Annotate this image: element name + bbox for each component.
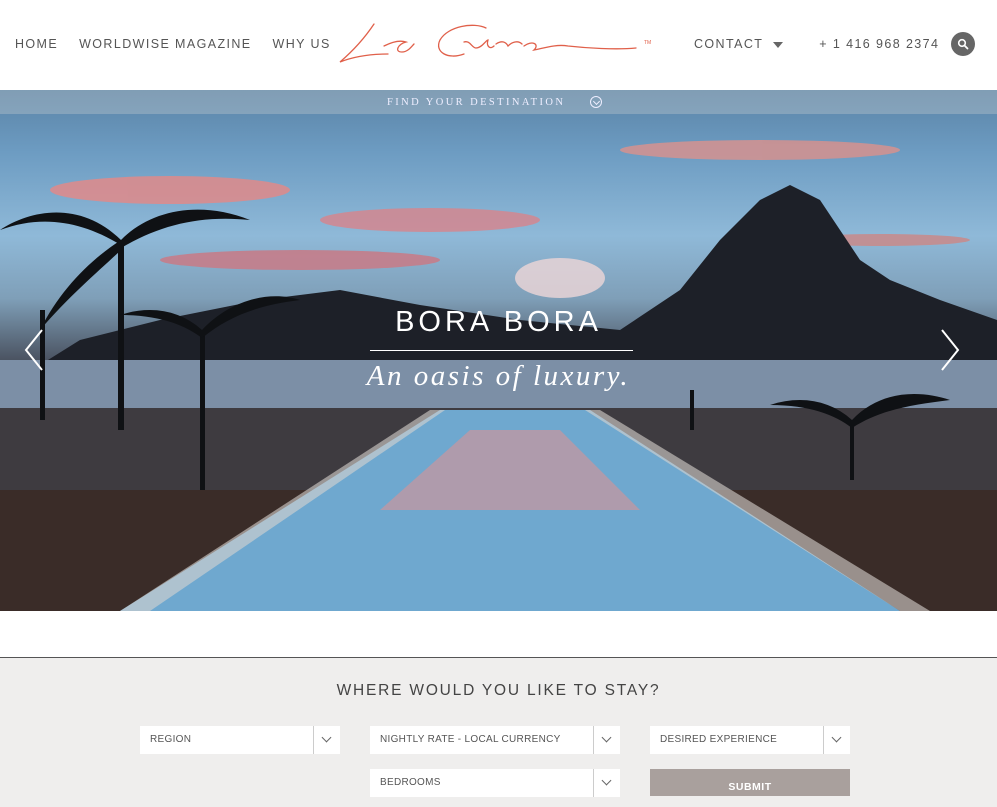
search-button[interactable]	[951, 32, 975, 56]
phone-link[interactable]: + 1 416 968 2374	[819, 37, 939, 51]
hero-slider: FIND YOUR DESTINATION BORA BORA An oasis…	[0, 90, 997, 611]
hero-divider	[370, 350, 633, 351]
nightly-rate-select-value: NIGHTLY RATE - LOCAL CURRENCY	[380, 734, 561, 745]
chevron-down-icon[interactable]	[313, 726, 340, 754]
nav-home-link[interactable]: HOME	[15, 37, 58, 51]
primary-nav: HOME WORLDWISE MAGAZINE WHY US	[15, 37, 331, 51]
nightly-rate-select[interactable]: NIGHTLY RATE - LOCAL CURRENCY	[370, 726, 620, 754]
chevron-down-icon[interactable]	[593, 726, 620, 754]
chevron-down-icon[interactable]	[823, 726, 850, 754]
bedrooms-select[interactable]: BEDROOMS	[370, 769, 620, 797]
chevron-left-icon[interactable]	[24, 328, 44, 372]
stay-search-form: WHERE WOULD YOU LIKE TO STAY? REGION NIG…	[0, 657, 997, 807]
experience-select-value: DESIRED EXPERIENCE	[660, 734, 778, 745]
nav-contact-link[interactable]: CONTACT	[694, 37, 763, 51]
svg-text:TM: TM	[644, 40, 651, 46]
region-select[interactable]: REGION	[140, 726, 340, 754]
find-destination-bar[interactable]: FIND YOUR DESTINATION	[0, 90, 997, 114]
chevron-right-icon[interactable]	[940, 328, 960, 372]
search-heading: WHERE WOULD YOU LIKE TO STAY?	[336, 682, 661, 699]
caret-down-icon	[773, 41, 784, 48]
secondary-nav: CONTACT + 1 416 968 2374	[694, 37, 939, 51]
nav-magazine-link[interactable]: WORLDWISE MAGAZINE	[79, 37, 251, 51]
hero-subtitle: An oasis of luxury.	[366, 360, 631, 392]
find-destination-label: FIND YOUR DESTINATION	[387, 97, 566, 108]
bedrooms-select-value: BEDROOMS	[380, 777, 441, 788]
hero-title: BORA BORA	[395, 306, 602, 338]
la-cure-logo[interactable]: TM	[336, 14, 658, 72]
experience-select[interactable]: DESIRED EXPERIENCE	[650, 726, 850, 754]
site-header: HOME WORLDWISE MAGAZINE WHY US TM CONTAC…	[0, 0, 997, 90]
chevron-down-icon[interactable]	[593, 769, 620, 797]
search-icon	[957, 38, 969, 50]
contact-dropdown[interactable]: CONTACT	[694, 37, 784, 51]
region-select-value: REGION	[150, 734, 192, 745]
nav-why-us-link[interactable]: WHY US	[273, 37, 331, 51]
submit-button[interactable]: SUBMIT	[650, 769, 850, 796]
chevron-down-circle-icon[interactable]	[590, 96, 602, 108]
